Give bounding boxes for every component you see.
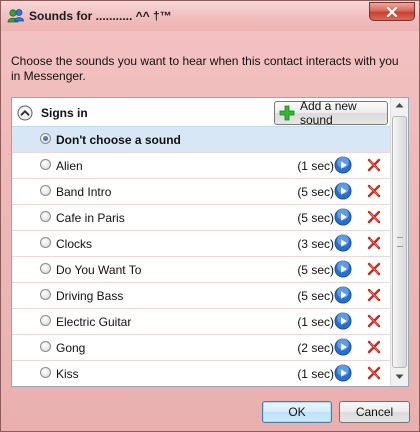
sound-name: Electric Guitar <box>56 315 132 329</box>
sound-name: Do You Want To <box>56 263 142 277</box>
sound-radio[interactable] <box>40 185 51 196</box>
play-icon[interactable] <box>334 338 352 356</box>
title-bar[interactable]: Sounds for ........... ^^ †™ <box>1 1 419 31</box>
sound-duration: (1 sec) <box>297 315 334 329</box>
sound-row[interactable]: Electric Guitar (1 sec) <box>12 308 390 334</box>
sound-radio[interactable] <box>40 159 51 170</box>
sound-name: Band Intro <box>56 185 112 199</box>
delete-x-icon[interactable] <box>367 288 381 302</box>
scroll-down-arrow-icon[interactable] <box>395 374 404 380</box>
sound-row[interactable]: Driving Bass (5 sec) <box>12 282 390 308</box>
delete-x-icon[interactable] <box>367 210 381 224</box>
sound-duration: (1 sec) <box>297 367 334 381</box>
delete-x-icon[interactable] <box>367 184 381 198</box>
sound-duration: (2 sec) <box>297 341 334 355</box>
delete-x-icon[interactable] <box>367 158 381 172</box>
delete-x-icon[interactable] <box>367 314 381 328</box>
sound-radio[interactable] <box>40 211 51 222</box>
close-icon <box>386 6 398 17</box>
window-title: Sounds for ........... ^^ †™ <box>29 9 172 23</box>
sound-duration: (5 sec) <box>297 211 334 225</box>
delete-x-icon[interactable] <box>367 366 381 380</box>
delete-x-icon[interactable] <box>367 340 381 354</box>
close-button[interactable] <box>369 2 415 21</box>
sound-radio[interactable] <box>40 237 51 248</box>
play-icon[interactable] <box>334 208 352 226</box>
play-icon[interactable] <box>334 234 352 252</box>
ok-button[interactable]: OK <box>262 401 332 423</box>
sound-radio[interactable] <box>40 263 51 274</box>
sound-radio[interactable] <box>40 315 51 326</box>
add-new-sound-label: Add a new sound <box>300 99 357 127</box>
sound-name: Kiss <box>56 367 79 381</box>
vertical-scrollbar[interactable] <box>390 98 408 386</box>
sound-row[interactable]: Cafe in Paris (5 sec) <box>12 204 390 230</box>
play-icon[interactable] <box>334 260 352 278</box>
chevron-up-icon[interactable] <box>17 105 33 121</box>
delete-x-icon[interactable] <box>367 262 381 276</box>
play-icon[interactable] <box>334 312 352 330</box>
play-icon[interactable] <box>334 286 352 304</box>
sound-row[interactable]: Clocks (3 sec) <box>12 230 390 256</box>
sound-row[interactable]: Do You Want To (5 sec) <box>12 256 390 282</box>
play-icon[interactable] <box>334 156 352 174</box>
sound-name: Alien <box>56 159 83 173</box>
sound-duration: (5 sec) <box>297 263 334 277</box>
delete-x-icon[interactable] <box>367 236 381 250</box>
cancel-button[interactable]: Cancel <box>339 401 410 423</box>
scroll-grip <box>397 237 403 247</box>
scroll-up-arrow-icon[interactable] <box>395 102 404 108</box>
sound-radio[interactable] <box>40 341 51 352</box>
add-new-sound-button[interactable]: Add a new sound <box>274 99 388 127</box>
sound-radio[interactable] <box>40 133 51 144</box>
sound-row[interactable]: Gong (2 sec) <box>12 334 390 360</box>
sound-name: Cafe in Paris <box>56 211 125 225</box>
play-icon[interactable] <box>334 182 352 200</box>
sound-row[interactable]: Don't choose a sound <box>12 126 390 152</box>
sound-name: Don't choose a sound <box>56 133 181 147</box>
sound-list: Signs in Add a new sound Don't choose a … <box>11 97 409 387</box>
sound-radio[interactable] <box>40 289 51 300</box>
sound-radio[interactable] <box>40 367 51 378</box>
plus-icon <box>279 105 295 121</box>
sound-duration: (5 sec) <box>297 289 334 303</box>
sound-duration: (5 sec) <box>297 185 334 199</box>
sound-row[interactable]: Kiss (1 sec) <box>12 360 390 386</box>
scroll-thumb[interactable] <box>392 116 407 368</box>
sound-duration: (3 sec) <box>297 237 334 251</box>
instruction-text: Choose the sounds you want to hear when … <box>11 54 399 83</box>
sounds-dialog-window: Sounds for ........... ^^ †™ Choose the … <box>0 0 420 432</box>
section-label: Signs in <box>41 106 88 120</box>
sound-row[interactable]: Band Intro (5 sec) <box>12 178 390 204</box>
messenger-buddies-icon <box>7 8 25 24</box>
sound-duration: (1 sec) <box>297 159 334 173</box>
sound-name: Gong <box>56 341 86 355</box>
section-header: Signs in Add a new sound <box>12 98 390 127</box>
sound-row[interactable]: Alien (1 sec) <box>12 152 390 178</box>
sound-name: Clocks <box>56 237 93 251</box>
play-icon[interactable] <box>334 364 352 382</box>
sound-rows: Don't choose a sound Alien (1 sec) Band … <box>12 126 390 386</box>
sound-name: Driving Bass <box>56 289 124 303</box>
